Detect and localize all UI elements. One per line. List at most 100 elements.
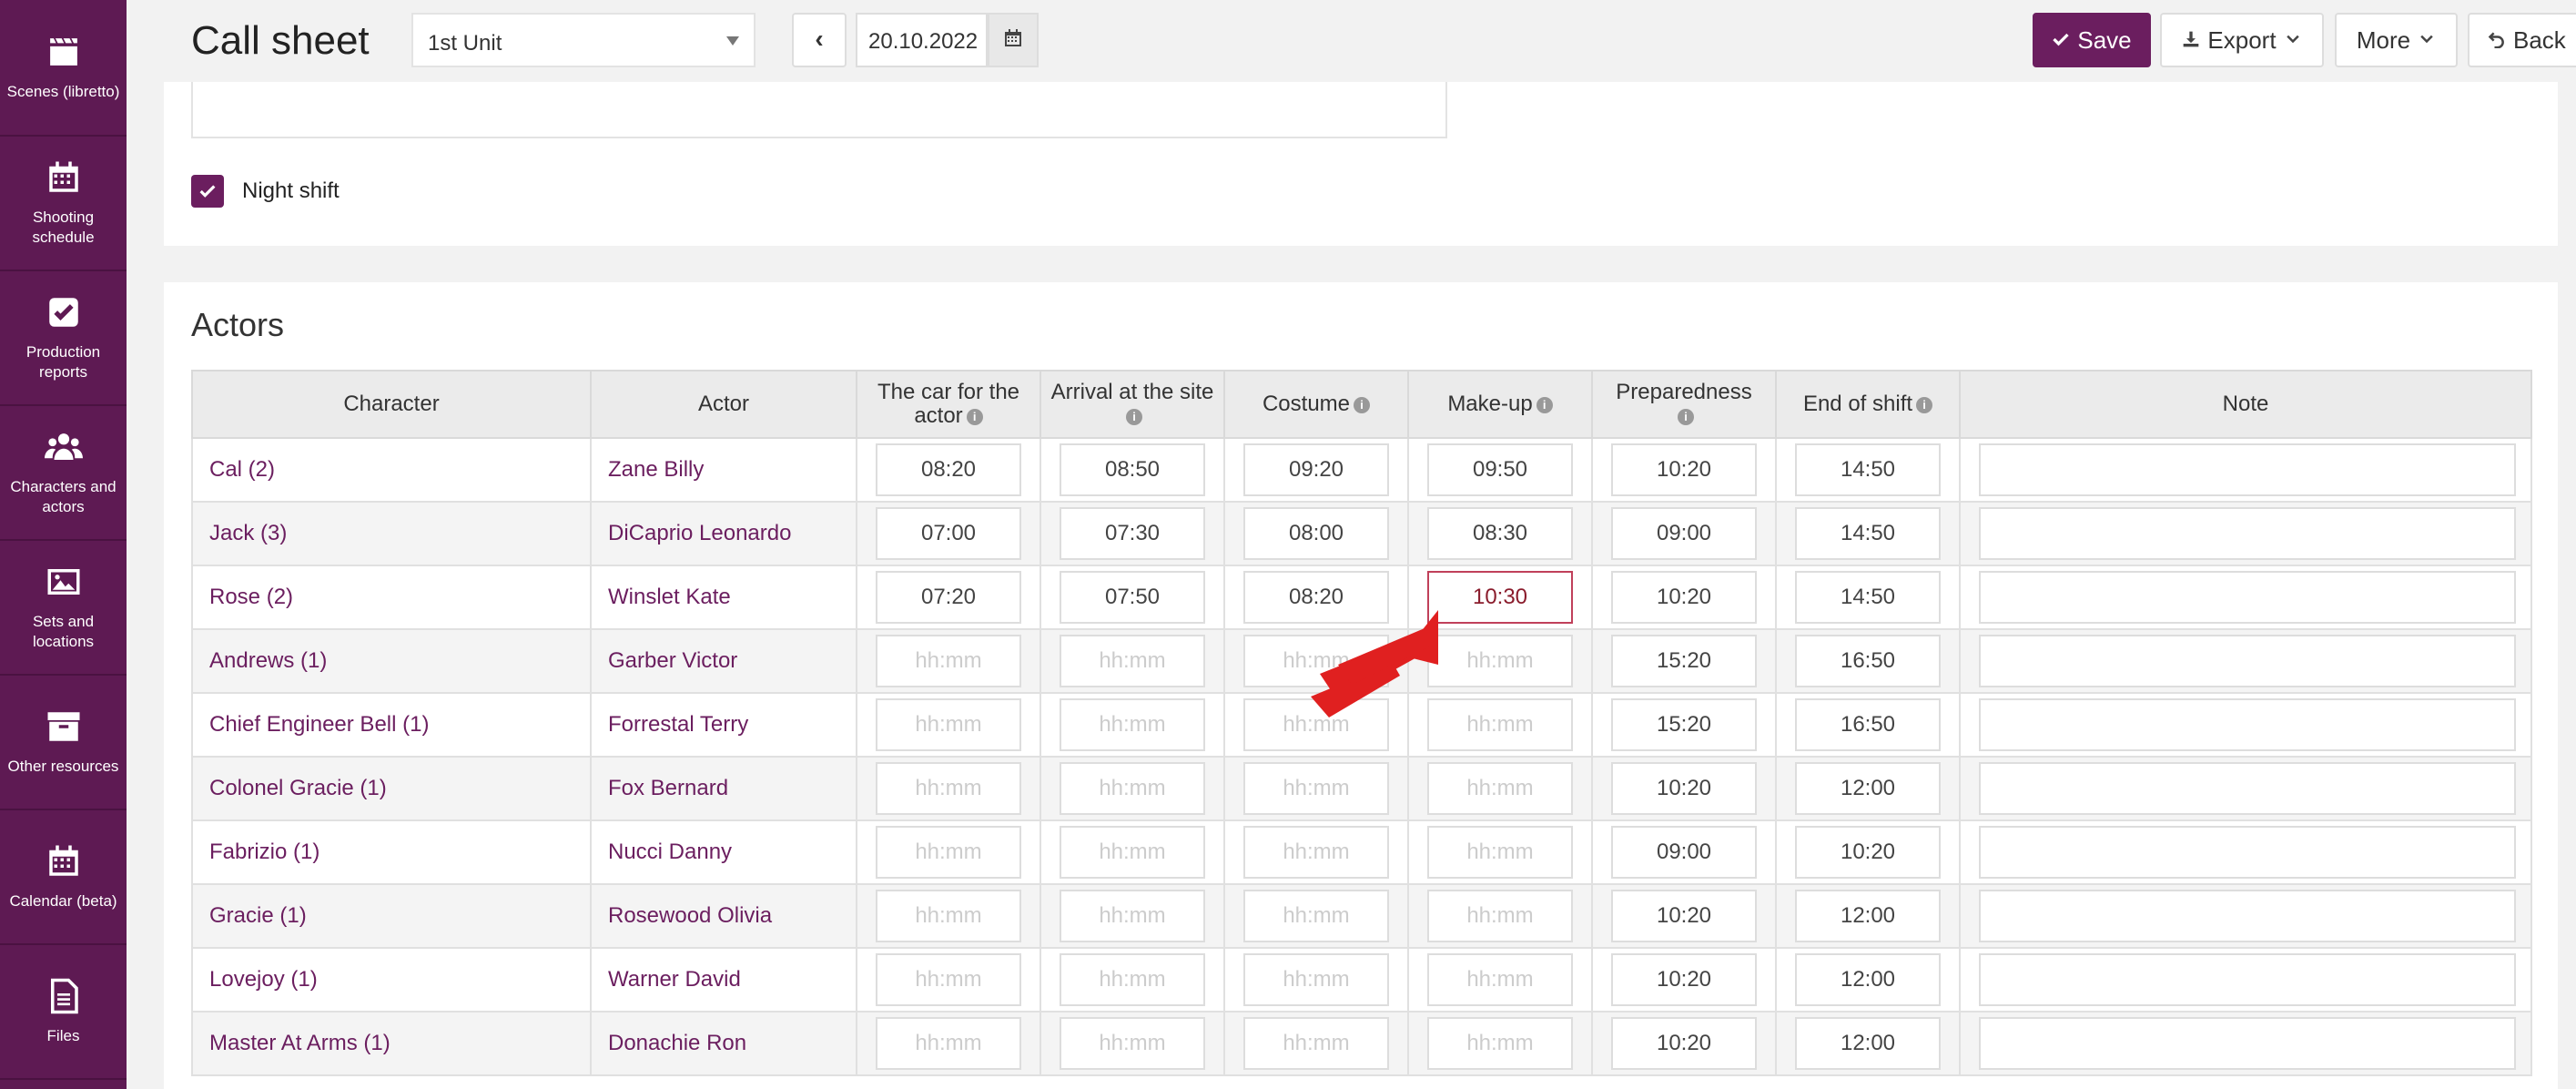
costume-time-input[interactable]: hh:mm — [1243, 890, 1389, 942]
character-cell[interactable]: Jack (3) — [191, 501, 592, 566]
actor-cell[interactable]: Donachie Ron — [590, 1011, 857, 1076]
car-time-input[interactable]: 07:20 — [876, 571, 1021, 624]
arrival-time-input[interactable]: hh:mm — [1060, 890, 1205, 942]
sidebar-item-calendar[interactable]: Calendar (beta) — [0, 810, 127, 945]
info-icon[interactable]: i — [966, 408, 983, 425]
car-time-input[interactable]: hh:mm — [876, 826, 1021, 879]
arrival-time-input[interactable]: 07:30 — [1060, 507, 1205, 560]
car-time-input[interactable]: 07:00 — [876, 507, 1021, 560]
character-cell[interactable]: Lovejoy (1) — [191, 947, 592, 1013]
actor-cell[interactable]: Forrestal Terry — [590, 692, 857, 758]
end-of-shift-time-input[interactable]: 12:00 — [1795, 953, 1941, 1006]
note-input[interactable] — [1979, 953, 2516, 1006]
car-time-input[interactable]: hh:mm — [876, 635, 1021, 687]
car-time-input[interactable]: 08:20 — [876, 443, 1021, 496]
preparedness-time-input[interactable]: 10:20 — [1611, 1017, 1757, 1070]
preparedness-time-input[interactable]: 10:20 — [1611, 953, 1757, 1006]
car-time-input[interactable]: hh:mm — [876, 698, 1021, 751]
date-input[interactable]: 20.10.2022 — [856, 13, 988, 67]
arrival-time-input[interactable]: hh:mm — [1060, 1017, 1205, 1070]
actor-cell[interactable]: Garber Victor — [590, 628, 857, 694]
character-cell[interactable]: Chief Engineer Bell (1) — [191, 692, 592, 758]
makeup-time-input[interactable]: 09:50 — [1427, 443, 1573, 496]
makeup-time-input[interactable]: hh:mm — [1427, 890, 1573, 942]
makeup-time-input[interactable]: hh:mm — [1427, 1017, 1573, 1070]
arrival-time-input[interactable]: hh:mm — [1060, 698, 1205, 751]
car-time-input[interactable]: hh:mm — [876, 890, 1021, 942]
prev-date-button[interactable]: ‹ — [792, 13, 847, 67]
character-cell[interactable]: Rose (2) — [191, 565, 592, 630]
sidebar-item-scenes[interactable]: Scenes (libretto) — [0, 0, 127, 137]
preparedness-time-input[interactable]: 15:20 — [1611, 635, 1757, 687]
end-of-shift-time-input[interactable]: 12:00 — [1795, 1017, 1941, 1070]
actor-cell[interactable]: Rosewood Olivia — [590, 883, 857, 949]
costume-time-input[interactable]: hh:mm — [1243, 1017, 1389, 1070]
back-button[interactable]: Back — [2468, 13, 2576, 67]
preparedness-time-input[interactable]: 10:20 — [1611, 571, 1757, 624]
character-cell[interactable]: Cal (2) — [191, 437, 592, 503]
makeup-time-input[interactable]: hh:mm — [1427, 762, 1573, 815]
info-icon[interactable]: i — [1678, 408, 1694, 425]
export-button[interactable]: Export — [2160, 13, 2324, 67]
sidebar-item-characters[interactable]: Characters and actors — [0, 406, 127, 541]
sidebar-item-production-reports[interactable]: Production reports — [0, 271, 127, 406]
costume-time-input[interactable]: 09:20 — [1243, 443, 1389, 496]
more-button[interactable]: More — [2335, 13, 2458, 67]
actor-cell[interactable]: Winslet Kate — [590, 565, 857, 630]
preparedness-time-input[interactable]: 09:00 — [1611, 507, 1757, 560]
actor-cell[interactable]: Zane Billy — [590, 437, 857, 503]
arrival-time-input[interactable]: 08:50 — [1060, 443, 1205, 496]
night-shift-row[interactable]: Night shift — [191, 175, 340, 208]
sidebar-item-shooting-schedule[interactable]: Shooting schedule — [0, 137, 127, 271]
character-cell[interactable]: Master At Arms (1) — [191, 1011, 592, 1076]
character-cell[interactable]: Gracie (1) — [191, 883, 592, 949]
costume-time-input[interactable]: hh:mm — [1243, 826, 1389, 879]
note-input[interactable] — [1979, 507, 2516, 560]
makeup-time-input[interactable]: hh:mm — [1427, 826, 1573, 879]
costume-time-input[interactable]: hh:mm — [1243, 762, 1389, 815]
comment-textarea[interactable] — [191, 82, 1447, 138]
preparedness-time-input[interactable]: 15:20 — [1611, 698, 1757, 751]
car-time-input[interactable]: hh:mm — [876, 762, 1021, 815]
note-input[interactable] — [1979, 1017, 2516, 1070]
note-input[interactable] — [1979, 571, 2516, 624]
arrival-time-input[interactable]: hh:mm — [1060, 762, 1205, 815]
night-shift-checkbox[interactable] — [191, 175, 224, 208]
info-icon[interactable]: i — [1536, 396, 1553, 413]
costume-time-input[interactable]: hh:mm — [1243, 953, 1389, 1006]
note-input[interactable] — [1979, 890, 2516, 942]
makeup-time-input[interactable]: 08:30 — [1427, 507, 1573, 560]
character-cell[interactable]: Fabrizio (1) — [191, 819, 592, 885]
end-of-shift-time-input[interactable]: 12:00 — [1795, 762, 1941, 815]
arrival-time-input[interactable]: hh:mm — [1060, 953, 1205, 1006]
calendar-picker-button[interactable] — [988, 13, 1039, 67]
car-time-input[interactable]: hh:mm — [876, 1017, 1021, 1070]
makeup-time-input[interactable]: hh:mm — [1427, 953, 1573, 1006]
actor-cell[interactable]: DiCaprio Leonardo — [590, 501, 857, 566]
actor-cell[interactable]: Nucci Danny — [590, 819, 857, 885]
preparedness-time-input[interactable]: 10:20 — [1611, 443, 1757, 496]
actor-cell[interactable]: Warner David — [590, 947, 857, 1013]
unit-select[interactable]: 1st Unit — [411, 13, 756, 67]
note-input[interactable] — [1979, 443, 2516, 496]
note-input[interactable] — [1979, 635, 2516, 687]
arrival-time-input[interactable]: hh:mm — [1060, 635, 1205, 687]
info-icon[interactable]: i — [1126, 408, 1142, 425]
info-icon[interactable]: i — [1354, 396, 1371, 413]
car-time-input[interactable]: hh:mm — [876, 953, 1021, 1006]
end-of-shift-time-input[interactable]: 14:50 — [1795, 507, 1941, 560]
end-of-shift-time-input[interactable]: 16:50 — [1795, 698, 1941, 751]
actor-cell[interactable]: Fox Bernard — [590, 756, 857, 821]
preparedness-time-input[interactable]: 09:00 — [1611, 826, 1757, 879]
sidebar-item-other-resources[interactable]: Other resources — [0, 676, 127, 810]
preparedness-time-input[interactable]: 10:20 — [1611, 890, 1757, 942]
character-cell[interactable]: Andrews (1) — [191, 628, 592, 694]
end-of-shift-time-input[interactable]: 16:50 — [1795, 635, 1941, 687]
end-of-shift-time-input[interactable]: 14:50 — [1795, 443, 1941, 496]
end-of-shift-time-input[interactable]: 14:50 — [1795, 571, 1941, 624]
arrival-time-input[interactable]: 07:50 — [1060, 571, 1205, 624]
sidebar-item-sets[interactable]: Sets and locations — [0, 541, 127, 676]
end-of-shift-time-input[interactable]: 10:20 — [1795, 826, 1941, 879]
character-cell[interactable]: Colonel Gracie (1) — [191, 756, 592, 821]
end-of-shift-time-input[interactable]: 12:00 — [1795, 890, 1941, 942]
